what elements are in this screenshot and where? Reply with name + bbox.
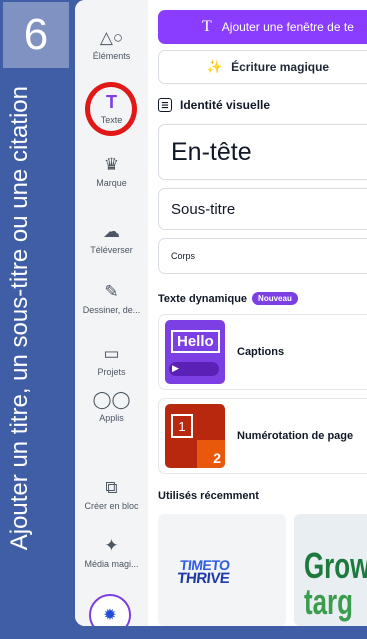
rail-label: Applis — [99, 413, 124, 423]
cloud-upload-icon: ☁ — [103, 222, 120, 241]
side-rail: △○ Éléments T Texte ♛ Marque ☁ Téléverse… — [75, 0, 148, 626]
subheading-sample: Sous-titre — [171, 200, 236, 218]
magic-write-button[interactable]: ✨ Écriture magique — [158, 50, 367, 84]
rail-item-televerser[interactable]: ☁ Téléverser — [75, 222, 148, 255]
rail-label: Créer en bloc — [84, 501, 139, 511]
pen-icon: ✎ — [104, 282, 119, 301]
rail-item-elements[interactable]: △○ Éléments — [75, 28, 148, 61]
page-number-two: 2 — [197, 440, 225, 468]
rail-label: Éléments — [92, 51, 131, 61]
editor-window: △○ Éléments T Texte ♛ Marque ☁ Téléverse… — [75, 0, 367, 626]
captions-label: Captions — [237, 346, 285, 358]
text-panel: T Ajouter une fenêtre de te ✨ Écriture m… — [148, 0, 367, 626]
add-textbox-button[interactable]: T Ajouter une fenêtre de te — [158, 10, 367, 44]
tutorial-caption-wrap: Ajouter un titre, un sous-titre ou une c… — [6, 82, 72, 622]
recent-item[interactable]: TIMETO THRIVE — [158, 514, 286, 626]
dynamic-text-heading: Texte dynamique Nouveau — [158, 292, 298, 305]
page-number-one: 1 — [171, 414, 193, 438]
rail-label: Marque — [96, 178, 127, 188]
captions-card[interactable]: Hello Captions — [158, 314, 367, 390]
heading-sample: En-tête — [171, 137, 252, 166]
magic-wand-icon: ✨ — [206, 59, 224, 74]
captions-thumbnail: Hello — [165, 320, 225, 384]
new-badge: Nouveau — [252, 292, 298, 305]
recent-thumb-text: Grow targ — [304, 548, 367, 620]
brand-section-title: Identité visuelle — [180, 98, 271, 112]
recent-heading: Utilisés récemment — [158, 490, 259, 502]
rail-item-marque[interactable]: ♛ Marque — [75, 155, 148, 188]
recent-thumb-line: Grow — [304, 545, 367, 586]
tutorial-caption: Ajouter un titre, un sous-titre ou une c… — [6, 86, 33, 551]
highlight-circle — [85, 82, 137, 136]
body-style-button[interactable]: Corps — [158, 238, 367, 274]
rail-item-dessiner[interactable]: ✎ Dessiner, de... — [75, 282, 148, 315]
brand-section-heading: ☰ Identité visuelle — [158, 98, 270, 112]
rail-item-creer[interactable]: ⧉ Créer en bloc — [75, 478, 148, 511]
text-icon: T — [202, 18, 212, 35]
add-textbox-label: Ajouter une fenêtre de te — [221, 20, 354, 34]
recent-item[interactable]: Grow targ — [294, 514, 367, 626]
page-number-thumbnail: 1 2 — [165, 404, 225, 468]
audio-wave-icon — [169, 362, 219, 376]
step-number: 6 — [3, 2, 69, 68]
bulk-create-icon: ⧉ — [105, 478, 118, 497]
magic-assistant-button[interactable]: ✹ — [89, 594, 131, 626]
apps-icon: ◯◯ — [92, 390, 131, 409]
page-numbering-label: Numérotation de page — [237, 430, 354, 442]
rail-label: Média magi... — [84, 559, 139, 569]
crown-icon: ♛ — [103, 155, 120, 174]
magic-media-icon: ✦ — [104, 536, 119, 555]
magic-write-label: Écriture magique — [231, 60, 330, 74]
sparkle-icon: ✹ — [103, 607, 117, 624]
body-sample: Corps — [171, 251, 196, 261]
folder-icon: ▭ — [103, 344, 120, 363]
recent-thumb-line: targ — [304, 581, 353, 622]
subheading-style-button[interactable]: Sous-titre — [158, 188, 367, 230]
rail-label: Dessiner, de... — [82, 305, 141, 315]
rail-label: Projets — [97, 367, 126, 377]
brand-kit-icon: ☰ — [158, 98, 172, 112]
hello-thumb-text: Hello — [171, 330, 220, 353]
rail-label: Téléverser — [90, 245, 133, 255]
heading-style-button[interactable]: En-tête — [158, 124, 367, 180]
tutorial-side-band: 6 Ajouter un titre, un sous-titre ou une… — [0, 0, 75, 639]
recent-thumb-text: TIMETO THRIVE — [176, 557, 232, 587]
recent-thumb-line: THRIVE — [176, 570, 231, 587]
rail-item-projets[interactable]: ▭ Projets — [75, 344, 148, 377]
shapes-icon: △○ — [99, 28, 124, 47]
rail-item-media[interactable]: ✦ Média magi... — [75, 536, 148, 569]
rail-item-applis[interactable]: ◯◯ Applis — [75, 390, 148, 423]
dynamic-text-title: Texte dynamique — [158, 292, 248, 305]
page-numbering-card[interactable]: 1 2 Numérotation de page — [158, 398, 367, 474]
